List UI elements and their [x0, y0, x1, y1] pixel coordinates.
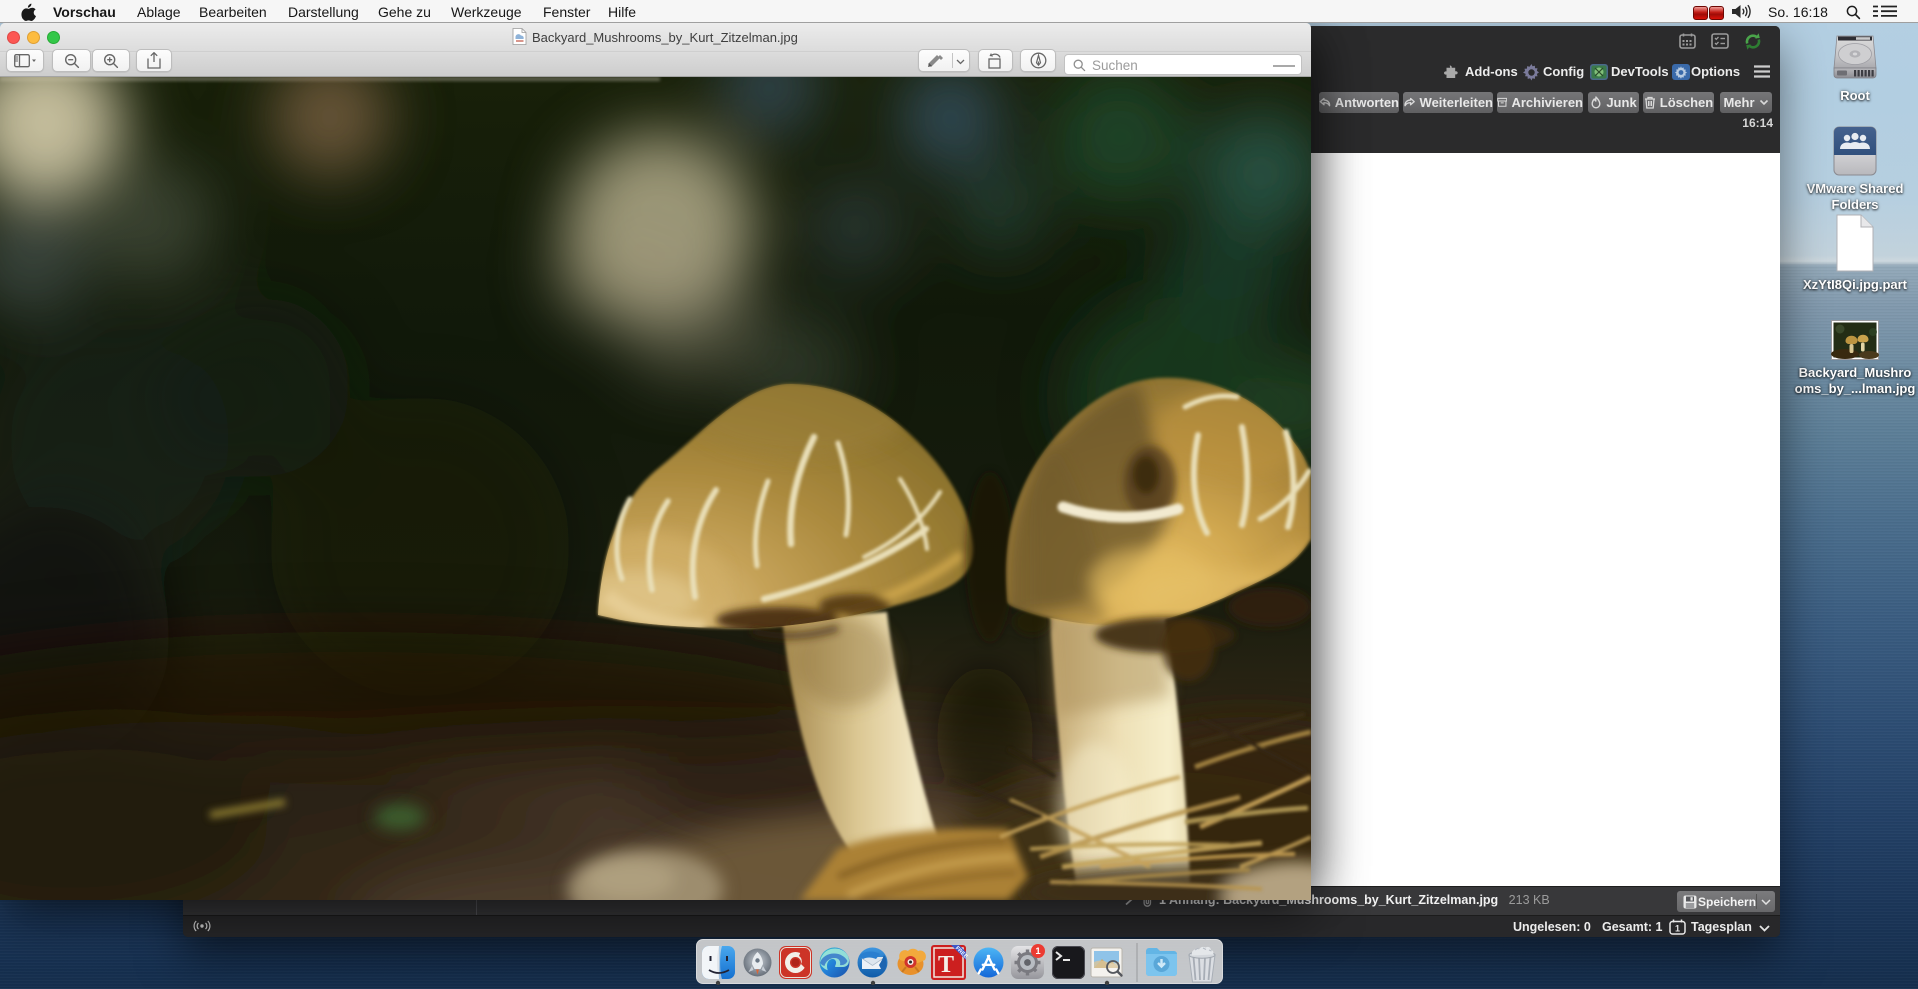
svg-text:1: 1: [1675, 924, 1680, 934]
svg-text:T: T: [938, 952, 954, 978]
svg-text:1: 1: [1035, 946, 1041, 957]
